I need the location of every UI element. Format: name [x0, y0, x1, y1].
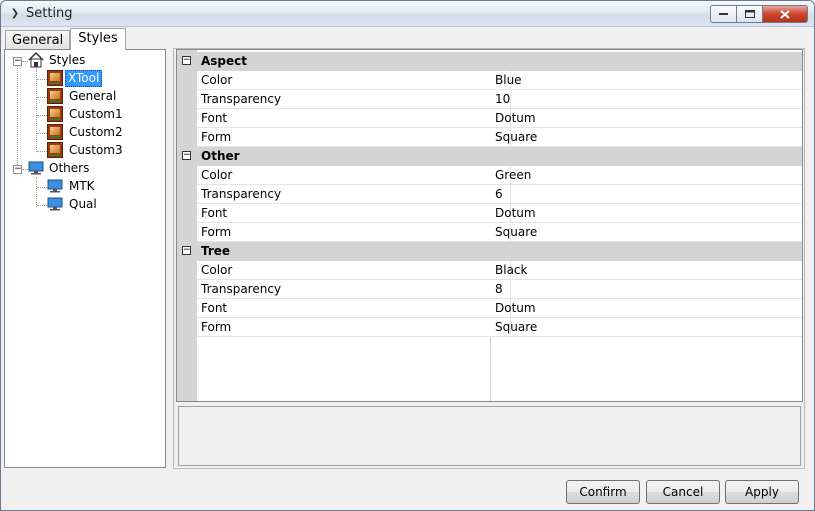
property-row[interactable]: Form Square — [197, 223, 802, 242]
property-value[interactable]: 8 — [495, 280, 503, 298]
category-aspect[interactable]: − Aspect — [177, 52, 802, 71]
property-name: Font — [201, 301, 228, 315]
monitor-icon — [47, 179, 63, 193]
property-name: Color — [201, 73, 233, 87]
tab-general[interactable]: General — [5, 30, 71, 50]
tree-node-label: Others — [49, 161, 90, 175]
cancel-button[interactable]: Cancel — [646, 480, 720, 504]
style-icon — [47, 88, 63, 104]
property-grid[interactable]: − Aspect Color Blue Transparency 10 Font Do… — [176, 49, 803, 402]
minimize-button[interactable] — [710, 5, 737, 23]
style-icon — [47, 70, 63, 86]
property-value[interactable]: Black — [495, 261, 527, 279]
tree-node-label: Qual — [69, 197, 97, 211]
app-icon: ❯ — [10, 8, 20, 19]
property-row[interactable]: Transparency 10 — [197, 90, 802, 109]
property-row[interactable]: Color Green — [197, 166, 802, 185]
styles-collapse-toggle[interactable]: − — [13, 57, 22, 66]
property-name: Form — [201, 130, 232, 144]
property-row[interactable]: Form Square — [197, 318, 802, 337]
maximize-button[interactable] — [737, 5, 763, 23]
category-tree[interactable]: − Tree — [177, 242, 802, 261]
property-name: Form — [201, 225, 232, 239]
others-collapse-toggle[interactable]: − — [13, 165, 22, 174]
maximize-icon — [744, 10, 755, 18]
property-row[interactable]: Transparency 8 — [197, 280, 802, 299]
property-value[interactable]: Dotum — [495, 204, 536, 222]
column-splitter[interactable] — [490, 337, 491, 401]
property-row[interactable]: Font Dotum — [197, 204, 802, 223]
settings-window: ❯ Setting General Styles − Styles XTool … — [0, 0, 815, 511]
property-grid-margin — [177, 50, 197, 401]
property-value[interactable]: Green — [495, 166, 531, 184]
property-value[interactable]: 6 — [495, 185, 503, 203]
tab-styles[interactable]: Styles — [70, 28, 126, 50]
tree-node-label: XTool — [65, 70, 103, 87]
property-name: Font — [201, 206, 228, 220]
confirm-button[interactable]: Confirm — [566, 480, 640, 504]
tree-node-label: General — [69, 89, 117, 103]
category-other[interactable]: − Other — [177, 147, 802, 166]
tree-node-label: MTK — [69, 179, 95, 193]
collapse-icon[interactable]: − — [182, 56, 191, 65]
property-value[interactable]: Dotum — [495, 109, 536, 127]
property-name: Font — [201, 111, 228, 125]
category-label: Other — [201, 149, 240, 163]
property-value[interactable]: Square — [495, 223, 537, 241]
property-row[interactable]: Transparency 6 — [197, 185, 802, 204]
property-name: Transparency — [201, 187, 282, 201]
home-icon — [28, 52, 44, 68]
property-value[interactable]: Blue — [495, 71, 522, 89]
property-value[interactable]: Square — [495, 318, 537, 336]
property-row[interactable]: Form Square — [197, 128, 802, 147]
apply-button[interactable]: Apply — [725, 480, 799, 504]
property-row[interactable]: Color Black — [197, 261, 802, 280]
close-button[interactable] — [763, 5, 808, 23]
minimize-icon — [719, 13, 728, 15]
window-title: Setting — [26, 6, 73, 21]
property-row[interactable]: Color Blue — [197, 71, 802, 90]
property-name: Form — [201, 320, 232, 334]
property-description-panel — [178, 406, 801, 466]
tree-node-label: Custom3 — [69, 143, 123, 157]
collapse-icon[interactable]: − — [182, 246, 191, 255]
property-value[interactable]: Dotum — [495, 299, 536, 317]
tree-node-label: Styles — [49, 53, 86, 67]
property-name: Transparency — [201, 92, 282, 106]
monitor-icon — [28, 161, 44, 175]
collapse-icon[interactable]: − — [182, 151, 191, 160]
category-label: Tree — [201, 244, 231, 258]
style-icon — [47, 106, 63, 122]
title-bar[interactable]: ❯ Setting — [1, 1, 814, 27]
style-icon — [47, 142, 63, 158]
property-name: Transparency — [201, 282, 282, 296]
monitor-icon — [47, 197, 63, 211]
property-name: Color — [201, 168, 233, 182]
close-icon — [780, 9, 790, 19]
property-value[interactable]: Square — [495, 128, 537, 146]
tree-node-label: Custom2 — [69, 125, 123, 139]
tab-bar: General Styles — [5, 28, 126, 50]
property-row[interactable]: Font Dotum — [197, 109, 802, 128]
property-name: Color — [201, 263, 233, 277]
property-value[interactable]: 10 — [495, 90, 510, 108]
category-label: Aspect — [201, 54, 248, 68]
window-controls — [710, 5, 808, 23]
style-icon — [47, 124, 63, 140]
tree-node-label: Custom1 — [69, 107, 123, 121]
style-tree[interactable]: − Styles XTool General Custom1 Custom2 C… — [4, 49, 166, 468]
property-row[interactable]: Font Dotum — [197, 299, 802, 318]
